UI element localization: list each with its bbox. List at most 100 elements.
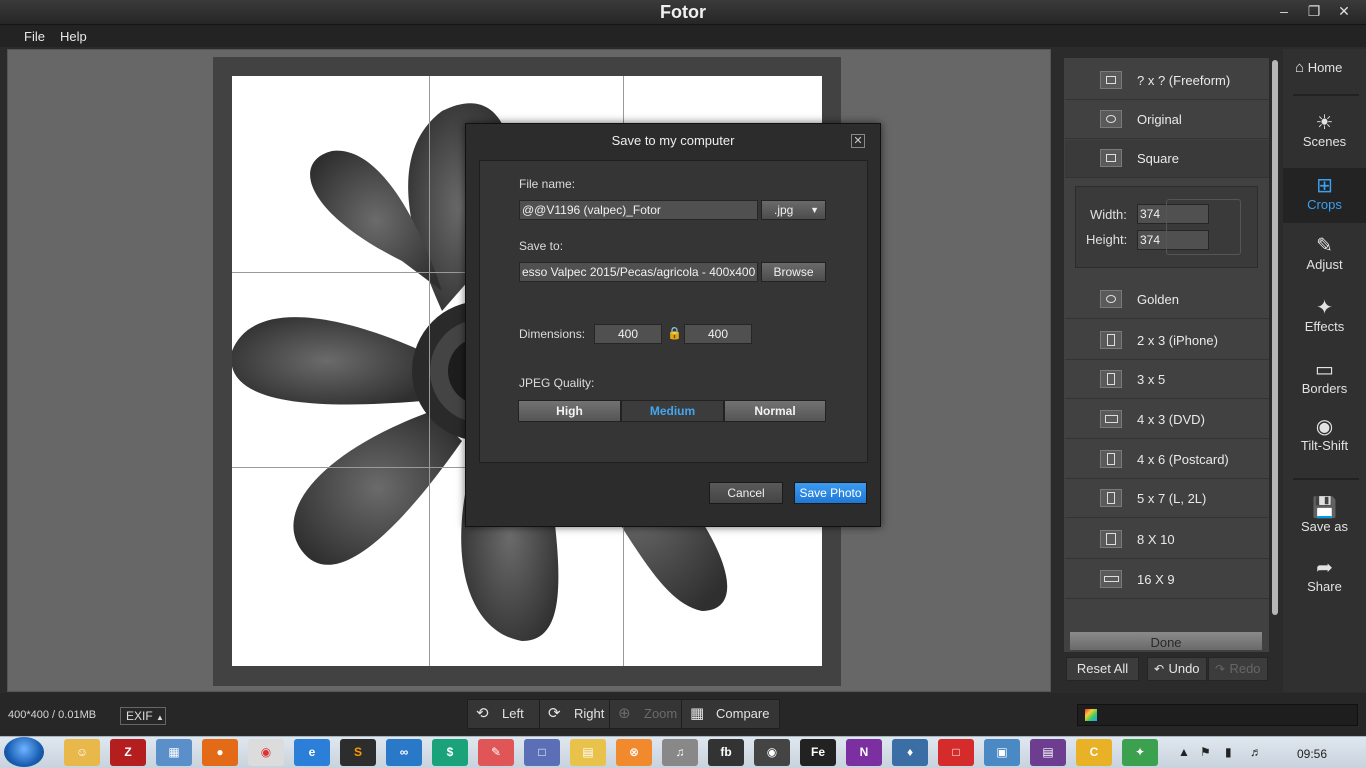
python-icon[interactable]: ♦ [892, 739, 928, 766]
crop-grid-line [429, 76, 430, 666]
file-name-label: File name: [519, 177, 576, 191]
compare-button[interactable]: ▦ Compare [681, 699, 780, 729]
crop-preset-golden[interactable]: Golden [1065, 281, 1269, 319]
crop-preset-5x7[interactable]: 5 x 7 (L, 2L) [1065, 480, 1269, 518]
notepad-icon[interactable]: ▦ [156, 739, 192, 766]
window-app-icon[interactable]: □ [524, 739, 560, 766]
crop-preset-label: 8 X 10 [1137, 532, 1175, 547]
sidebar-item-effects[interactable]: ✦ Effects [1283, 297, 1366, 342]
crop-preset-16x9[interactable]: 16 X 9 [1065, 561, 1269, 599]
quality-high-button[interactable]: High [518, 400, 621, 422]
quality-normal-button[interactable]: Normal [724, 400, 826, 422]
crop-preset-label: Golden [1137, 292, 1179, 307]
menu-file[interactable]: File [24, 29, 45, 44]
rotate-left-button[interactable]: ⟲ Left [467, 699, 541, 729]
crop-preset-label: 16 X 9 [1137, 572, 1175, 587]
lock-app-icon[interactable]: ◉ [754, 739, 790, 766]
menu-bar [0, 25, 1366, 47]
save-photo-button[interactable]: Save Photo [794, 482, 867, 504]
sidebar-item-label: Effects [1304, 319, 1345, 334]
width-input[interactable]: 400 [594, 324, 662, 344]
browse-button[interactable]: Browse [761, 262, 826, 282]
winrar-icon[interactable]: ▤ [1030, 739, 1066, 766]
minimize-button[interactable]: – [1273, 2, 1295, 20]
reset-all-button[interactable]: Reset All [1066, 657, 1139, 681]
sidebar-item-crops[interactable]: ⊞ Crops [1283, 168, 1366, 223]
cloud-icon[interactable]: C [1076, 739, 1112, 766]
caret-up-icon: ▲ [156, 713, 164, 722]
jpeg-quality-label: JPEG Quality: [519, 376, 595, 390]
crop-panel-scrollbar[interactable] [1272, 60, 1278, 615]
zoom-button[interactable]: ⊕ Zoom [609, 699, 683, 729]
fe-app-icon[interactable]: Fe [800, 739, 836, 766]
height-input[interactable]: 400 [684, 324, 752, 344]
signal-icon[interactable]: ▮ [1225, 745, 1232, 759]
filezilla-icon[interactable]: Z [110, 739, 146, 766]
sidebar-item-label: Scenes [1302, 134, 1347, 149]
rotate-right-button[interactable]: ⟳ Right [539, 699, 611, 729]
sparkle-icon: ✦ [1316, 297, 1333, 319]
share-icon: ➦ [1316, 557, 1333, 579]
sidebar-item-adjust[interactable]: ✎ Adjust [1283, 235, 1366, 280]
quality-medium-button[interactable]: Medium [621, 400, 724, 422]
sidebar-item-tilt-shift[interactable]: ◉ Tilt-Shift [1283, 416, 1366, 461]
square-icon [1100, 149, 1122, 167]
save-path-input[interactable]: esso Valpec 2015/Pecas/agricola - 400x40… [519, 262, 758, 282]
lock-icon[interactable]: 🔒 [667, 326, 682, 340]
media-icon[interactable]: ♫ [662, 739, 698, 766]
explorer-icon[interactable]: ▤ [570, 739, 606, 766]
save-as-button[interactable]: 💾 Save as [1283, 497, 1366, 542]
clock[interactable]: 09:56 [1297, 747, 1327, 761]
share-button[interactable]: ➦ Share [1283, 557, 1366, 602]
ie-icon[interactable]: e [294, 739, 330, 766]
exif-button[interactable]: EXIF ▲ [120, 707, 166, 725]
landscape-icon [1100, 410, 1122, 428]
screen-icon[interactable]: ▣ [984, 739, 1020, 766]
file-type-select[interactable]: .jpg ▼ [761, 200, 826, 220]
crop-preset-2x3[interactable]: 2 x 3 (iPhone) [1065, 322, 1269, 360]
crop-preset-freeform[interactable]: ? x ? (Freeform) [1065, 62, 1269, 100]
fb-app-icon[interactable]: fb [708, 739, 744, 766]
cancel-button[interactable]: Cancel [709, 482, 783, 504]
onenote-icon[interactable]: N [846, 739, 882, 766]
dialog-close-icon[interactable]: ✕ [851, 134, 865, 148]
start-button[interactable] [4, 737, 44, 767]
crop-preset-label: 3 x 5 [1137, 372, 1166, 387]
vscode-icon[interactable]: ∞ [386, 739, 422, 766]
foxit-icon[interactable]: □ [938, 739, 974, 766]
crop-preset-square[interactable]: Square [1065, 140, 1269, 178]
crop-preset-8x10[interactable]: 8 X 10 [1065, 521, 1269, 559]
xampp-icon[interactable]: ⊗ [616, 739, 652, 766]
title-bar: Fotor [0, 0, 1366, 25]
firefox-icon[interactable]: ● [202, 739, 238, 766]
crop-preset-original[interactable]: Original [1065, 101, 1269, 139]
sublime-icon[interactable]: S [340, 739, 376, 766]
money-app-icon[interactable]: $ [432, 739, 468, 766]
crop-preset-4x6[interactable]: 4 x 6 (Postcard) [1065, 441, 1269, 479]
messenger-icon[interactable]: ☺ [64, 739, 100, 766]
maximize-button[interactable]: ❐ [1303, 2, 1325, 20]
flag-icon[interactable]: ⚑ [1200, 745, 1211, 759]
fotor-taskbar-icon[interactable]: ✦ [1122, 739, 1158, 766]
redo-button[interactable]: ↷ Redo [1208, 657, 1268, 681]
done-button[interactable]: Done [1070, 632, 1262, 650]
crop-preset-4x3[interactable]: 4 x 3 (DVD) [1065, 401, 1269, 439]
sidebar-item-borders[interactable]: ▭ Borders [1283, 359, 1366, 404]
tray-arrow-icon[interactable]: ▲ [1178, 745, 1190, 759]
volume-icon[interactable]: ♬ [1250, 745, 1262, 759]
menu-help[interactable]: Help [60, 29, 87, 44]
aspect-lock-bracket[interactable] [1166, 199, 1241, 255]
sidebar-item-scenes[interactable]: ☀ Scenes [1283, 112, 1366, 162]
redo-icon: ↷ [1215, 662, 1226, 676]
save-dialog: Save to my computer ✕ File name: @@V1196… [465, 123, 881, 527]
sidebar-home[interactable]: ⌂ Home [1283, 57, 1366, 89]
crop-preset-3x5[interactable]: 3 x 5 [1065, 361, 1269, 399]
sidebar-item-label: Crops [1307, 197, 1342, 212]
chrome-icon[interactable]: ◉ [248, 739, 284, 766]
undo-button[interactable]: ↶ Undo [1147, 657, 1207, 681]
close-button[interactable]: ✕ [1333, 2, 1355, 20]
zoom-icon: ⊕ [618, 705, 631, 722]
color-strip[interactable] [1077, 704, 1358, 726]
file-name-input[interactable]: @@V1196 (valpec)_Fotor [519, 200, 758, 220]
paint-icon[interactable]: ✎ [478, 739, 514, 766]
